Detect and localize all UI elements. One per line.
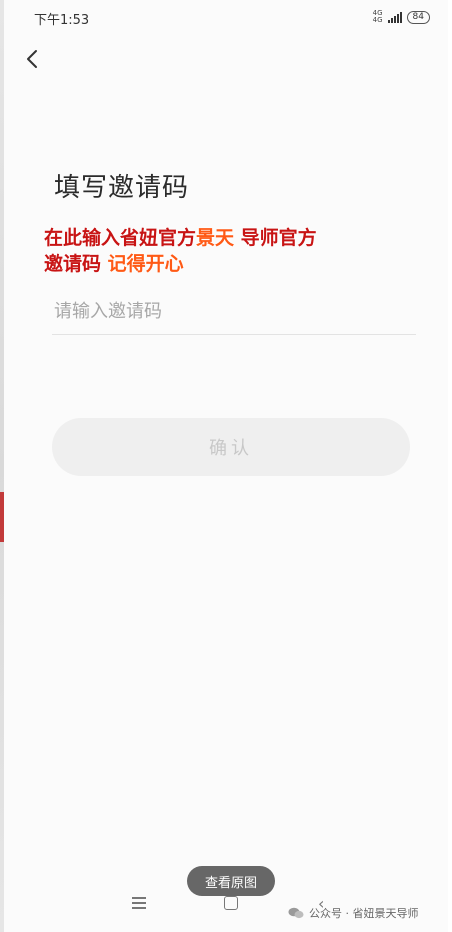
overlay-highlight-1: 景天 [196,227,235,249]
view-original-button[interactable]: 查看原图 [187,866,275,896]
overlay-highlight-2: 记得开心 [107,253,184,275]
battery-icon: 84 [406,10,430,24]
back-arrow-icon[interactable] [22,48,44,70]
nav-home-icon[interactable] [224,896,238,910]
watermark-text: 公众号 · 省妞景天导师 [309,907,419,920]
overlay-annotation: 在此输入省妞官方景天 导师官方 邀请码 记得开心 [44,225,414,277]
network-label-bottom: 4G [372,16,383,24]
page-title: 填写邀请码 [54,173,190,203]
overlay-text-part2: 导师官方 [234,227,317,249]
nav-menu-icon[interactable] [132,897,146,909]
network-type: 4G 4G [373,10,383,24]
watermark: 公众号 · 省妞景天导师 [288,905,419,921]
status-indicators: 4G 4G 84 [373,10,430,24]
status-time: 下午1:53 [34,13,90,28]
invite-code-input[interactable] [52,288,416,335]
overlay-text-part1: 在此输入省妞官方 [44,227,197,249]
confirm-button[interactable]: 确认 [52,418,410,476]
overlay-text-part3: 邀请码 [44,253,108,275]
wechat-icon [288,907,304,919]
app-screen: 下午1:53 4G 4G 84 填写邀请码 在此输入省妞官方景天 导师官方 邀请… [4,0,448,932]
signal-icon [387,11,402,23]
